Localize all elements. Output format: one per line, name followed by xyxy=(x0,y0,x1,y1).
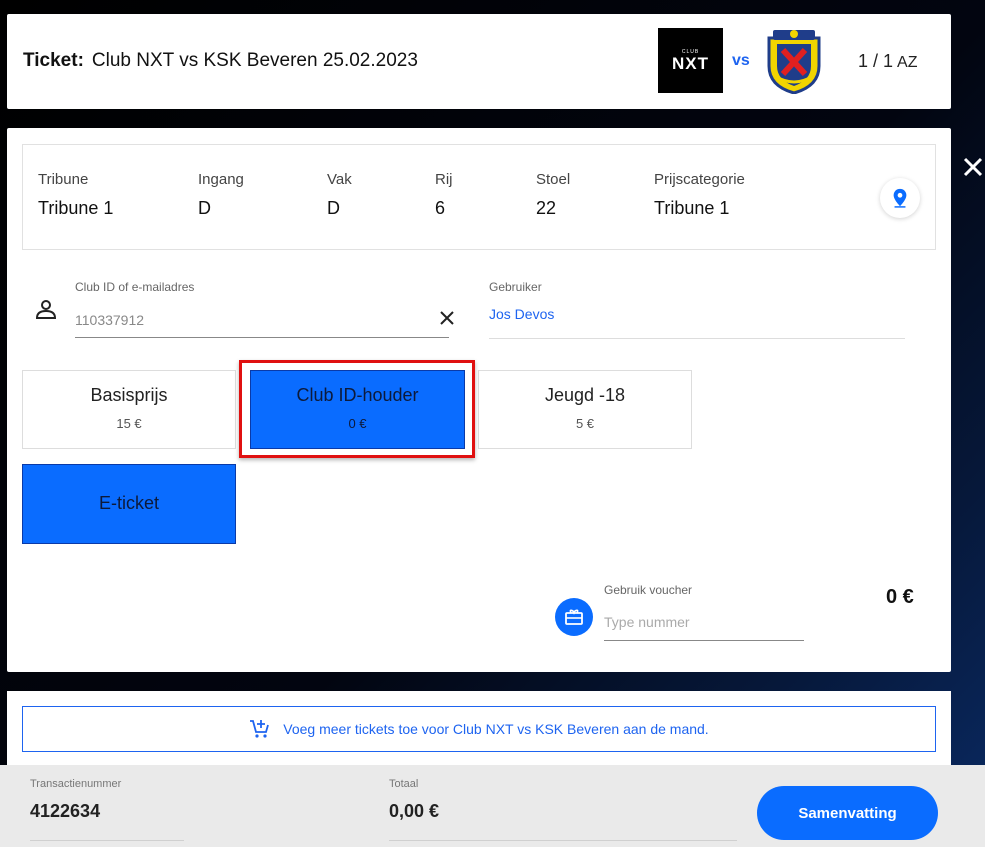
ticket-details-card: Tribune Tribune 1 Ingang D Vak D Rij 6 S… xyxy=(7,128,951,672)
seat-col-ingang: Ingang D xyxy=(198,171,244,219)
location-pin-icon xyxy=(893,188,907,208)
clear-icon[interactable] xyxy=(437,308,457,328)
ticket-price-total: 0 € xyxy=(886,586,914,608)
user-label: Gebruiker xyxy=(489,280,542,294)
logo-text: NXT xyxy=(672,53,709,73)
close-icon[interactable] xyxy=(961,155,985,179)
transaction-label: Transactienummer xyxy=(30,778,122,790)
seat-col-vak: Vak D xyxy=(327,171,352,219)
price-option-club-id-houder[interactable]: Club ID-houder 0 € xyxy=(250,370,465,449)
ticket-header: Ticket: Club NXT vs KSK Beveren 25.02.202… xyxy=(7,14,951,109)
clubid-label: Club ID of e-mailadres xyxy=(75,280,195,294)
page-title: Ticket: Club NXT vs KSK Beveren 25.02.202… xyxy=(23,50,418,72)
add-more-label: Voeg meer tickets toe voor Club NXT vs K… xyxy=(283,721,709,737)
vs-label: vs xyxy=(732,52,750,69)
voucher-label: Gebruik voucher xyxy=(604,583,693,597)
seat-value: Tribune 1 xyxy=(38,198,114,218)
seat-info: Tribune Tribune 1 Ingang D Vak D Rij 6 S… xyxy=(22,144,936,250)
total-value: 0,00 € xyxy=(389,801,737,841)
seat-value: 22 xyxy=(536,198,557,218)
seat-key: Stoel xyxy=(536,171,571,188)
price-amount: 15 € xyxy=(116,416,142,431)
ticket-label: Ticket: xyxy=(23,50,84,71)
delivery-eticket-button[interactable]: E-ticket xyxy=(22,464,236,544)
price-name: Jeugd -18 xyxy=(544,385,626,405)
seat-value: D xyxy=(327,198,340,218)
price-name: Club ID-houder xyxy=(296,385,419,405)
price-option-basisprijs[interactable]: Basisprijs 15 € xyxy=(22,370,236,449)
add-more-tickets-button[interactable]: Voeg meer tickets toe voor Club NXT vs K… xyxy=(22,706,936,752)
seat-value: Tribune 1 xyxy=(654,198,730,218)
seat-col-stoel: Stoel 22 xyxy=(536,171,570,219)
seat-key: Tribune xyxy=(38,171,89,188)
seat-key: Rij xyxy=(435,171,453,188)
seat-value: D xyxy=(198,198,211,218)
price-option-jeugd-18[interactable]: Jeugd -18 5 € xyxy=(478,370,692,449)
club-nxt-logo: CLUB NXT xyxy=(658,28,723,93)
sort-az-icon[interactable]: AZ xyxy=(897,54,917,71)
voucher-input[interactable] xyxy=(604,603,804,641)
user-value[interactable]: Jos Devos xyxy=(489,302,905,339)
transaction-value: 4122634 xyxy=(30,801,184,841)
seat-col-prijscategorie: Prijscategorie Tribune 1 xyxy=(654,171,745,219)
pager-count: 1 / 1 xyxy=(858,51,894,71)
seat-key: Vak xyxy=(327,171,352,188)
ksk-beveren-logo-icon xyxy=(767,30,821,94)
voucher-icon xyxy=(555,598,593,636)
seat-col-rij: Rij 6 xyxy=(435,171,453,219)
total-label: Totaal xyxy=(389,778,419,790)
price-name: Basisprijs xyxy=(90,385,168,405)
seat-key: Ingang xyxy=(198,171,244,188)
seat-key: Prijscategorie xyxy=(654,171,745,188)
seat-value: 6 xyxy=(435,198,446,218)
summary-button[interactable]: Samenvatting xyxy=(757,786,938,840)
seat-map-button[interactable] xyxy=(880,178,920,218)
add-to-cart-icon xyxy=(250,720,270,738)
checkout-footer: Transactienummer 4122634 Totaal 0,00 € S… xyxy=(0,765,985,847)
ticket-pager: 1 / 1 AZ xyxy=(858,51,917,72)
add-more-card: Voeg meer tickets toe voor Club NXT vs K… xyxy=(7,691,951,771)
person-icon xyxy=(35,300,57,319)
price-amount: 0 € xyxy=(348,416,367,431)
price-amount: 5 € xyxy=(575,416,595,431)
match-title: Club NXT vs KSK Beveren 25.02.2023 xyxy=(91,50,418,71)
seat-col-tribune: Tribune Tribune 1 xyxy=(38,171,113,219)
clubid-input[interactable] xyxy=(75,302,449,338)
